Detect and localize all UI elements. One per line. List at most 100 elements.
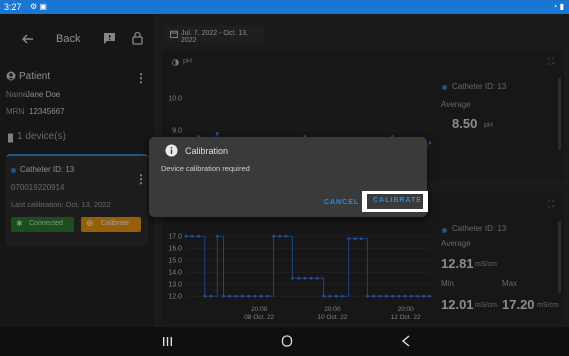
y-tick-label: 9.0 [172,128,182,135]
data-point [209,294,213,298]
patient-mrn-label: MRN [6,107,25,116]
patient-mrn-value: 12345667 [29,107,65,116]
patient-menu-button[interactable]: ⋮ [135,71,147,85]
dialog-calibrate-button[interactable]: CALIBRATE [367,194,423,209]
device-card-title: Catheter ID: 13 [20,165,75,174]
data-point [228,294,232,298]
data-point [428,294,432,298]
data-point [341,294,344,298]
data-point [403,294,407,298]
x-tick-date: 08 Oct. 22 [244,314,274,321]
patient-title: Patient [19,71,51,82]
device-card[interactable]: Catheter ID: 13 ⋮ 070019220914 Last cali… [6,154,148,246]
data-point [366,294,369,298]
bluetooth-icon: ✱ [16,219,23,228]
data-point [272,234,275,238]
ph-average-label: Average [441,100,471,109]
data-point [347,237,350,240]
expand-icon[interactable]: ⛶ [548,56,554,67]
account-circle-icon [6,71,16,81]
x-tick-date: 12 Oct. 22 [391,314,421,321]
y-tick-label: 13.0 [168,282,182,289]
date-range-picker[interactable]: Jul. 7, 2022 - Oct. 13, 2022 [165,26,263,44]
sidebar: Back Patient ⋮ Name Jane Doe MRN 1234566… [0,14,154,327]
data-point [391,294,394,298]
data-point [253,294,257,298]
cond-min-value: 12.01 [441,297,474,312]
dialog-cancel-button[interactable]: CANCEL [324,199,359,206]
y-tick-label: 16.0 [168,246,182,253]
cond-average-label: Average [441,239,471,248]
cond-scrollbar[interactable] [558,221,561,293]
device-menu-button[interactable]: ⋮ [135,172,147,186]
report-icon[interactable] [103,32,116,45]
date-range-label: Jul. 7, 2022 - Oct. 13, 2022 [181,30,248,44]
data-point [234,294,238,298]
ph-average-unit: pH [484,122,493,129]
ph-average-value: 8.50 [452,116,478,131]
cond-max-label: Max [502,279,518,288]
cond-max-value: 17.20 [502,297,535,312]
back-label: Back [56,33,81,45]
series-line [186,235,430,297]
data-point [222,294,225,298]
nav-back-icon[interactable] [401,335,411,347]
data-point [247,294,250,298]
data-point [309,276,313,280]
data-point [266,294,269,298]
data-point [416,294,419,298]
system-nav-bar [0,327,569,356]
target-icon: ⊕ [86,218,94,228]
device-serial: 070019220914 [11,183,65,192]
data-point [241,294,244,298]
data-point [197,234,200,238]
data-point [322,294,325,298]
data-point [203,294,207,298]
device-count: 1 device(s) [17,131,66,142]
calibration-dialog: Calibration Device calibration required … [149,137,428,217]
x-tick-time: 20:00 [324,306,341,313]
dialog-title: Calibration [185,146,229,156]
data-point [291,276,294,280]
data-point [334,294,338,298]
cond-min-label: Min [441,279,454,288]
data-point [428,141,432,145]
data-point [353,237,357,240]
cond-catheter-label: Catheter ID: 13 [452,224,507,233]
data-point [378,294,382,298]
status-icons-left: ⚙ ▣ [30,2,47,11]
cond-catheter-dot [442,228,447,233]
data-point [359,237,363,240]
home-icon[interactable] [281,335,293,347]
x-tick-time: 20:00 [251,306,268,313]
data-point [397,294,401,298]
data-point [316,276,319,280]
y-tick-label: 10.0 [168,96,182,103]
data-point [384,294,388,298]
ph-scrollbar[interactable] [558,78,561,150]
expand-icon[interactable]: ⛶ [548,199,554,210]
data-point [372,294,375,298]
y-tick-label: 15.0 [168,258,182,265]
x-tick-time: 20:00 [397,306,414,313]
y-tick-label: 17.0 [168,234,182,241]
connected-label: Connected [29,220,63,227]
calibrate-button[interactable]: ⊕ Calibrate [81,217,141,232]
patient-name-label: Name [6,90,28,99]
data-point [284,234,288,238]
calendar-icon [170,30,178,38]
recent-apps-icon[interactable] [162,336,173,347]
dialog-calibrate-label: CALIBRATE [373,197,422,204]
cond-average-value: 12.81 [441,256,474,271]
device-status-dot [11,168,16,173]
cond-average-unit: mS/cm [475,261,497,268]
cond-min-unit: mS/cm [475,302,497,309]
ph-catheter-label: Catheter ID: 13 [452,82,507,91]
status-icons-right: ◔ ▮ [552,2,564,11]
data-point [297,276,300,280]
lock-icon[interactable] [132,31,143,45]
connected-button[interactable]: ✱ Connected [11,217,74,232]
data-point [259,294,263,298]
y-tick-label: 12.0 [168,294,182,301]
back-button[interactable]: Back [6,28,86,50]
